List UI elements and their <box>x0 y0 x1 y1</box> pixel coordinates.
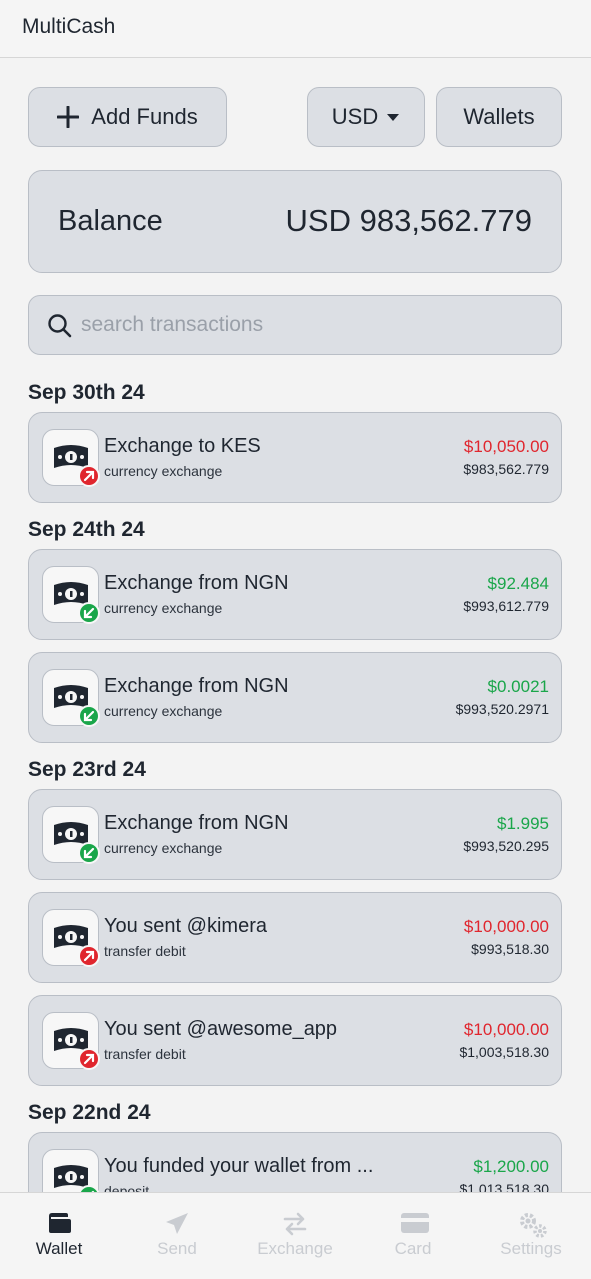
transaction-row[interactable]: Exchange from NGN currency exchange $0.0… <box>28 652 562 743</box>
search-input[interactable] <box>81 310 541 340</box>
transaction-row[interactable]: Exchange from NGN currency exchange $1.9… <box>28 789 562 880</box>
bottom-tab-bar: Wallet Send Exchange Card Settings <box>0 1192 591 1279</box>
transaction-balance: $993,520.2971 <box>455 701 549 717</box>
tab-exchange[interactable]: Exchange <box>236 1193 354 1279</box>
transaction-icon-box <box>42 909 100 967</box>
transaction-type: currency exchange <box>104 600 223 616</box>
transaction-row[interactable]: You sent @awesome_app transfer debit $10… <box>28 995 562 1086</box>
transaction-amount: $0.0021 <box>487 677 549 696</box>
transaction-icon-box <box>42 669 100 727</box>
transaction-row[interactable]: You sent @kimera transfer debit $10,000.… <box>28 892 562 983</box>
transaction-balance: $983,562.779 <box>463 461 549 477</box>
wallets-label: Wallets <box>463 104 535 129</box>
transaction-title: Exchange to KES <box>104 435 261 457</box>
transaction-amount: $10,050.00 <box>463 437 549 456</box>
search-box[interactable] <box>28 295 562 355</box>
transaction-amount: $1.995 <box>497 814 549 833</box>
transaction-balance: $1,013,518.30 <box>459 1181 549 1192</box>
gears-icon <box>520 1213 547 1238</box>
transaction-type: currency exchange <box>104 840 223 856</box>
tab-label: Wallet <box>35 1239 83 1258</box>
tab-label: Send <box>157 1239 197 1258</box>
transaction-icon-box <box>42 1149 100 1192</box>
transaction-amount: $92.484 <box>487 574 549 593</box>
currency-label: USD <box>331 104 379 129</box>
app-title: MultiCash <box>22 15 116 38</box>
transaction-title: Exchange from NGN <box>104 675 289 697</box>
card-icon <box>401 1213 429 1233</box>
debit-arrow-badge <box>78 465 100 487</box>
transaction-icon-box <box>42 429 100 487</box>
arrow-up-right-icon <box>83 470 95 482</box>
transaction-title: You sent @awesome_app <box>104 1018 338 1040</box>
arrow-down-left-icon <box>83 607 95 619</box>
arrow-down-left-icon <box>83 710 95 722</box>
wallet-scroll-area[interactable]: Add Funds USD Wallets Balance USD 983,56… <box>0 59 591 1192</box>
tab-send[interactable]: Send <box>118 1193 236 1279</box>
transaction-balance: $1,003,518.30 <box>459 1044 549 1060</box>
balance-label: Balance <box>58 205 163 237</box>
balance-value: USD 983,562.779 <box>285 203 532 238</box>
transaction-row[interactable]: Exchange from NGN currency exchange $92.… <box>28 549 562 640</box>
credit-arrow-badge <box>78 705 100 727</box>
transaction-title: Exchange from NGN <box>104 572 289 594</box>
add-funds-button[interactable]: Add Funds <box>28 87 227 147</box>
tab-label: Exchange <box>257 1239 333 1258</box>
tab-wallet[interactable]: Wallet <box>0 1193 118 1279</box>
caret-down-icon <box>387 113 400 121</box>
transaction-balance: $993,518.30 <box>471 941 549 957</box>
debit-arrow-badge <box>78 945 100 967</box>
tab-card[interactable]: Card <box>354 1193 472 1279</box>
tab-label: Settings <box>500 1239 562 1258</box>
transaction-title: You funded your wallet from ... <box>104 1155 374 1177</box>
transaction-icon-box <box>42 1012 100 1070</box>
transaction-row[interactable]: Exchange to KES currency exchange $10,05… <box>28 412 562 503</box>
transaction-icon-box <box>42 806 100 864</box>
date-heading: Sep 24th 24 <box>28 518 145 541</box>
wallet-icon <box>49 1213 71 1233</box>
search-icon <box>48 314 72 338</box>
plus-icon <box>57 106 80 128</box>
date-heading: Sep 30th 24 <box>28 381 145 404</box>
transaction-type: currency exchange <box>104 703 223 719</box>
add-funds-label: Add Funds <box>91 104 198 129</box>
transaction-row[interactable]: You funded your wallet from ... deposit … <box>28 1132 562 1192</box>
debit-arrow-badge <box>78 1048 100 1070</box>
transaction-balance: $993,612.779 <box>463 598 549 614</box>
currency-select[interactable]: USD <box>307 87 425 147</box>
arrow-up-right-icon <box>83 950 95 962</box>
transaction-type: currency exchange <box>104 463 223 479</box>
credit-arrow-badge <box>78 602 100 624</box>
arrow-up-right-icon <box>83 1053 95 1065</box>
transaction-amount: $1,200.00 <box>473 1157 549 1176</box>
arrow-down-left-icon <box>83 847 95 859</box>
transaction-type: transfer debit <box>104 1046 186 1062</box>
wallets-button[interactable]: Wallets <box>436 87 562 147</box>
transaction-icon-box <box>42 566 100 624</box>
tab-settings[interactable]: Settings <box>472 1193 590 1279</box>
transaction-title: You sent @kimera <box>104 915 267 937</box>
exchange-icon <box>283 1212 307 1236</box>
credit-arrow-badge <box>78 842 100 864</box>
transaction-type: transfer debit <box>104 943 186 959</box>
transaction-type: deposit <box>104 1183 150 1192</box>
transaction-title: Exchange from NGN <box>104 812 289 834</box>
app-header: MultiCash <box>0 0 591 58</box>
date-heading: Sep 23rd 24 <box>28 758 146 781</box>
date-heading: Sep 22nd 24 <box>28 1101 151 1124</box>
tab-label: Card <box>394 1239 432 1258</box>
send-icon <box>166 1213 188 1234</box>
balance-card: Balance USD 983,562.779 <box>28 170 562 273</box>
transaction-amount: $10,000.00 <box>463 1020 549 1039</box>
transaction-amount: $10,000.00 <box>463 917 549 936</box>
transaction-balance: $993,520.295 <box>463 838 549 854</box>
